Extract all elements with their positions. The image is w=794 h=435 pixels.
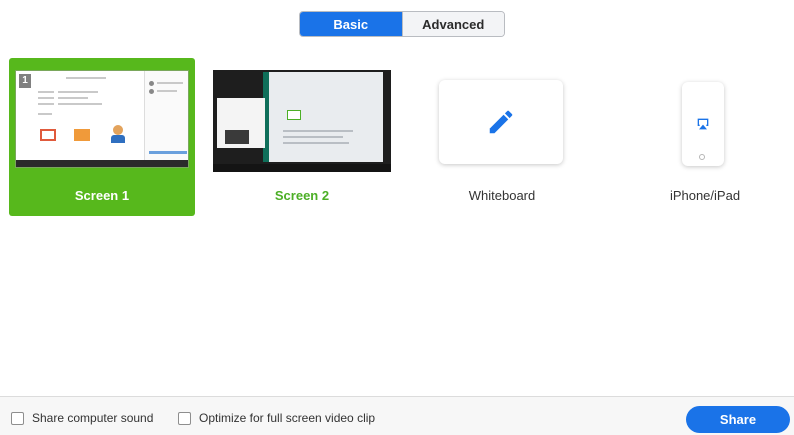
optimize-video-label: Optimize for full screen video clip — [199, 411, 376, 425]
thumb-line — [283, 142, 349, 144]
screen-1-thumbnail: 1 — [15, 70, 189, 168]
share-computer-sound-option[interactable]: Share computer sound — [11, 411, 153, 425]
whiteboard-label: Whiteboard — [468, 188, 536, 203]
thumb-side-panel — [144, 71, 188, 167]
thumb-line — [38, 97, 54, 99]
airplay-icon — [697, 118, 709, 130]
footer-bar: Share computer sound Optimize for full s… — [0, 397, 794, 435]
home-button — [699, 154, 705, 160]
thumb-person-icon — [113, 125, 123, 135]
thumb-line — [283, 130, 353, 132]
optimize-video-checkbox[interactable] — [178, 411, 191, 425]
share-mode-tabs: Basic Advanced — [299, 11, 505, 37]
thumb-line — [38, 103, 54, 105]
thumb-line — [283, 136, 343, 138]
whiteboard-card — [439, 80, 563, 164]
thumb-line — [38, 91, 54, 93]
thumb-taskbar — [213, 164, 391, 172]
thumb-folder-icon — [74, 129, 90, 141]
share-computer-sound-checkbox[interactable] — [11, 411, 24, 425]
screen-1-label: Screen 1 — [74, 188, 130, 203]
thumb-image — [225, 130, 249, 144]
thumb-window — [263, 72, 383, 162]
thumb-line — [58, 91, 98, 93]
screen-2-thumbnail — [213, 70, 391, 172]
thumb-icon — [287, 110, 301, 120]
pencil-icon — [489, 110, 513, 134]
share-option-iphone-ipad[interactable]: iPhone/iPad — [655, 80, 755, 210]
thumb-person-body — [111, 135, 125, 143]
screen-number-badge: 1 — [19, 74, 31, 88]
tab-advanced[interactable]: Advanced — [401, 12, 504, 36]
thumb-line — [58, 97, 88, 99]
share-option-screen-2[interactable]: Screen 2 — [211, 66, 393, 212]
optimize-video-option[interactable]: Optimize for full screen video clip — [178, 411, 375, 425]
thumb-taskbar — [16, 160, 188, 167]
thumb-line — [66, 77, 106, 79]
share-button[interactable]: Share — [686, 406, 790, 433]
thumb-line — [58, 103, 102, 105]
thumb-app-icon — [40, 129, 56, 141]
phone-card — [682, 82, 724, 166]
iphone-ipad-label: iPhone/iPad — [669, 188, 741, 203]
share-option-whiteboard[interactable]: Whiteboard — [437, 80, 567, 210]
thumb-line — [38, 113, 52, 115]
share-computer-sound-label: Share computer sound — [32, 411, 154, 425]
screen-2-label: Screen 2 — [274, 188, 330, 203]
tab-basic[interactable]: Basic — [300, 12, 402, 36]
share-option-screen-1[interactable]: 1 Screen 1 — [9, 58, 195, 216]
